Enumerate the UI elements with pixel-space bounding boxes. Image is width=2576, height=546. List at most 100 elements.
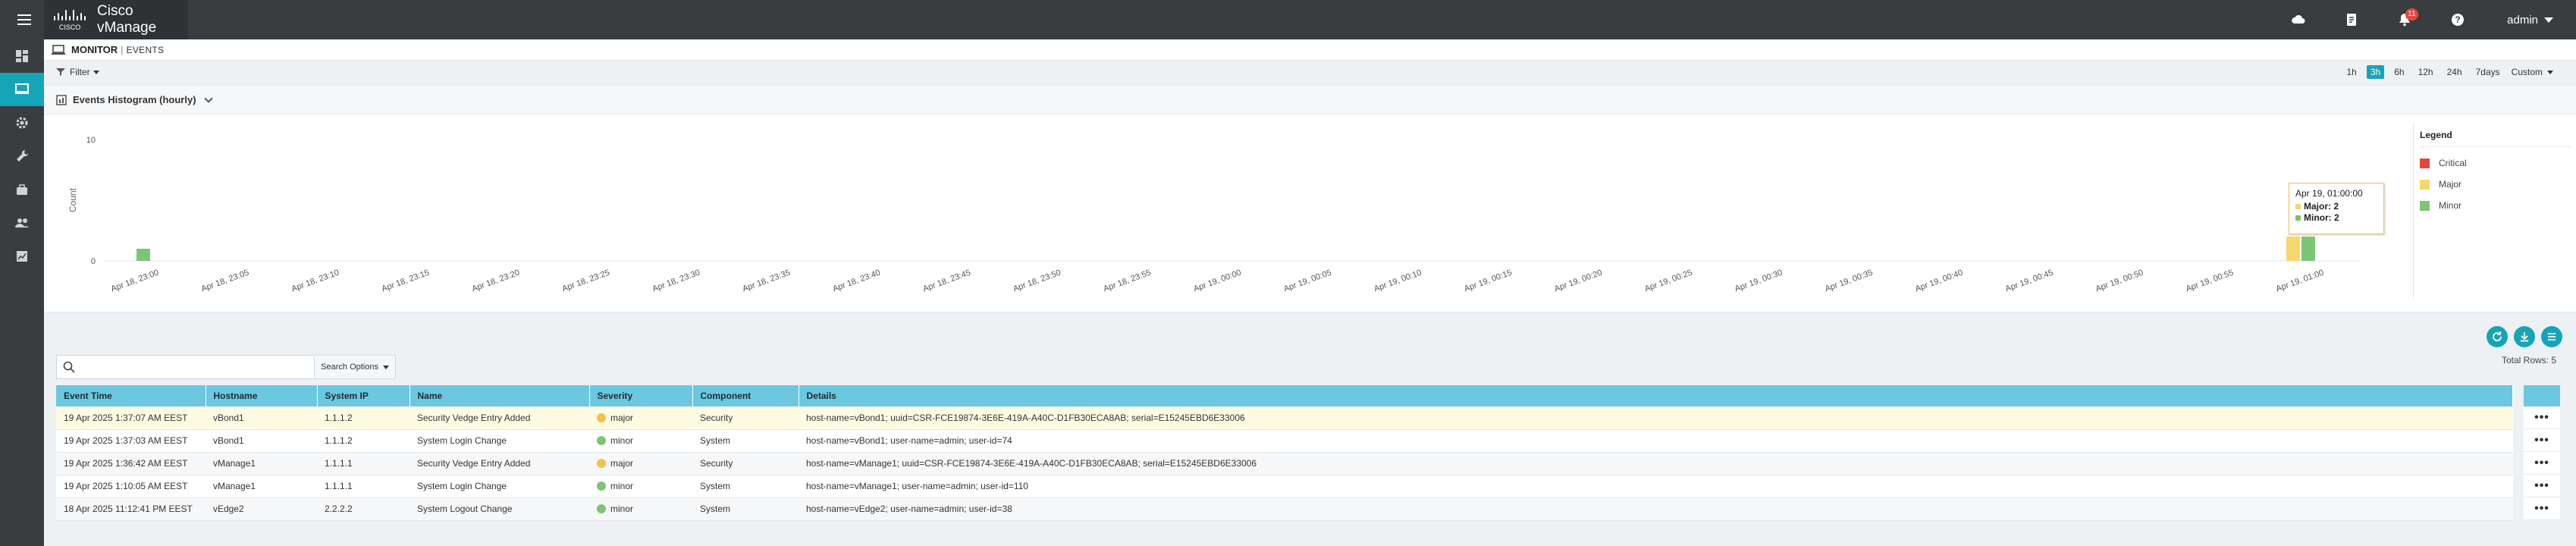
time-range-selector: 1h 3h 6h 12h 24h 7days Custom xyxy=(2336,65,2553,79)
cell-component: Security xyxy=(692,406,799,430)
filter-icon xyxy=(56,68,65,76)
legend-item-critical[interactable]: Critical xyxy=(2420,158,2572,168)
search-options-dropdown[interactable]: Search Options xyxy=(314,356,395,378)
filter-bar: Filter 1h 3h 6h 12h 24h 7days Custom xyxy=(44,61,2576,85)
legend-swatch-minor xyxy=(2420,200,2430,211)
cell-details: host-name=vBond1; uuid=CSR-FCE19874-3E6E… xyxy=(799,406,2513,430)
x-tick-label: Apr 19, 00:45 xyxy=(2004,268,2054,294)
column-header-component[interactable]: Component xyxy=(692,385,799,406)
cell-component: System xyxy=(692,475,799,498)
column-header-name[interactable]: Name xyxy=(409,385,590,406)
menu-icon[interactable] xyxy=(9,8,39,32)
cloud-icon[interactable] xyxy=(2287,8,2310,31)
download-button[interactable] xyxy=(2514,326,2535,347)
cell-severity: minor xyxy=(589,497,692,521)
sidebar-item-monitor[interactable] xyxy=(0,73,44,106)
y-axis-label: Count xyxy=(67,187,78,212)
time-range-7days[interactable]: 7days xyxy=(2472,65,2504,79)
sidebar-item-analytics[interactable] xyxy=(0,240,44,273)
table-row[interactable]: 19 Apr 2025 1:10:05 AM EEST vManage1 1.1… xyxy=(56,475,2513,498)
legend-item-major[interactable]: Major xyxy=(2420,179,2572,190)
cell-event-time: 19 Apr 2025 1:10:05 AM EEST xyxy=(56,475,206,498)
x-tick-label: Apr 19, 00:05 xyxy=(1282,268,1332,294)
time-range-24h[interactable]: 24h xyxy=(2443,65,2466,79)
help-icon[interactable]: ? xyxy=(2446,8,2469,31)
svg-text:CISCO: CISCO xyxy=(59,24,81,31)
severity-label: major xyxy=(610,412,634,423)
time-range-1h[interactable]: 1h xyxy=(2342,65,2360,79)
sidebar-item-tools[interactable] xyxy=(0,140,44,173)
table-row[interactable]: 18 Apr 2025 11:12:41 PM EEST vEdge2 2.2.… xyxy=(56,497,2513,521)
column-header-hostname[interactable]: Hostname xyxy=(206,385,318,406)
legend-item-minor[interactable]: Minor xyxy=(2420,200,2572,211)
cell-hostname: vManage1 xyxy=(206,452,317,475)
tasks-icon[interactable] xyxy=(2340,8,2363,31)
row-menu-button[interactable]: ••• xyxy=(2524,406,2560,429)
x-tick-label: Apr 18, 23:05 xyxy=(200,268,250,294)
user-menu[interactable]: admin xyxy=(2507,14,2553,27)
major-severity-icon xyxy=(597,413,606,422)
x-tick-label: Apr 19, 00:20 xyxy=(1553,268,1603,294)
monitor-icon xyxy=(52,44,65,55)
columns-button[interactable] xyxy=(2541,326,2562,347)
row-menu-button[interactable]: ••• xyxy=(2524,475,2560,497)
dashboard-icon xyxy=(16,50,28,62)
severity-label: minor xyxy=(610,504,634,514)
chevron-down-icon xyxy=(2547,70,2553,74)
x-tick-label: Apr 19, 01:00 xyxy=(2275,268,2325,294)
tooltip-minor: Minor: 2 xyxy=(2304,212,2339,223)
brand[interactable]: CISCO Cisco vManage xyxy=(44,0,188,39)
row-menu-button[interactable]: ••• xyxy=(2524,452,2560,475)
breadcrumb-separator: | xyxy=(121,44,124,55)
tooltip-minor-swatch xyxy=(2295,215,2301,221)
time-range-12h[interactable]: 12h xyxy=(2414,65,2437,79)
refresh-button[interactable] xyxy=(2487,326,2508,347)
time-range-custom[interactable]: Custom xyxy=(2512,67,2553,77)
columns-icon xyxy=(2548,333,2556,340)
table-row[interactable]: 19 Apr 2025 1:36:42 AM EEST vManage1 1.1… xyxy=(56,452,2513,475)
cell-details: host-name=vBond1; user-name=admin; user-… xyxy=(799,429,2513,453)
column-header-details[interactable]: Details xyxy=(799,385,2513,406)
x-tick-label: Apr 19, 00:35 xyxy=(1824,268,1874,294)
table-row[interactable]: 19 Apr 2025 1:37:03 AM EEST vBond1 1.1.1… xyxy=(56,429,2513,453)
histogram-title: Events Histogram (hourly) xyxy=(73,94,196,105)
x-tick-label: Apr 18, 23:45 xyxy=(921,268,971,294)
legend-title: Legend xyxy=(2420,130,2572,147)
time-range-6h[interactable]: 6h xyxy=(2390,65,2408,79)
cell-hostname: vEdge2 xyxy=(206,497,317,521)
minor-severity-icon xyxy=(597,504,606,513)
sidebar-item-maintenance[interactable] xyxy=(0,173,44,206)
cell-severity: minor xyxy=(589,475,692,498)
row-menu-button[interactable]: ••• xyxy=(2524,497,2560,520)
tooltip-time: Apr 19, 01:00:00 xyxy=(2295,188,2363,199)
table-row[interactable]: 19 Apr 2025 1:37:07 AM EEST vBond1 1.1.1… xyxy=(56,406,2513,430)
x-tick-label: Apr 19, 00:30 xyxy=(1734,268,1784,294)
column-header-system-ip[interactable]: System IP xyxy=(317,385,410,406)
sidebar-item-dashboard[interactable] xyxy=(0,39,44,73)
histogram-toggle[interactable]: Events Histogram (hourly) xyxy=(44,85,2576,114)
cisco-logo: CISCO xyxy=(52,8,88,32)
row-menu-button[interactable]: ••• xyxy=(2524,429,2560,452)
cell-hostname: vBond1 xyxy=(206,406,317,430)
chevron-down-icon xyxy=(2544,17,2553,23)
legend-swatch-critical xyxy=(2420,158,2430,168)
cell-hostname: vBond1 xyxy=(206,429,317,453)
cell-component: Security xyxy=(692,452,799,475)
tooltip-major-swatch xyxy=(2295,203,2301,209)
chart-tooltip: Apr 19, 01:00:00 Major: 2 Minor: 2 xyxy=(2289,183,2384,234)
breadcrumb-section[interactable]: MONITOR xyxy=(71,44,118,55)
cell-details: host-name=vManage1; user-name=admin; use… xyxy=(799,475,2513,498)
sidebar-item-configuration[interactable] xyxy=(0,106,44,140)
column-header-severity[interactable]: Severity xyxy=(589,385,693,406)
custom-label: Custom xyxy=(2511,67,2543,77)
sidebar-item-administration[interactable] xyxy=(0,206,44,240)
bell-icon[interactable]: 11 xyxy=(2393,8,2418,31)
cell-event-time: 19 Apr 2025 1:37:03 AM EEST xyxy=(56,429,206,453)
cell-details: host-name=vEdge2; user-name=admin; user-… xyxy=(799,497,2513,521)
x-tick-label: Apr 19, 00:55 xyxy=(2185,268,2235,294)
column-header-event-time[interactable]: Event Time xyxy=(56,385,206,406)
time-range-3h[interactable]: 3h xyxy=(2366,65,2385,79)
filter-button[interactable]: Filter xyxy=(56,67,99,77)
search-input[interactable] xyxy=(81,356,315,378)
major-severity-icon xyxy=(597,459,606,468)
